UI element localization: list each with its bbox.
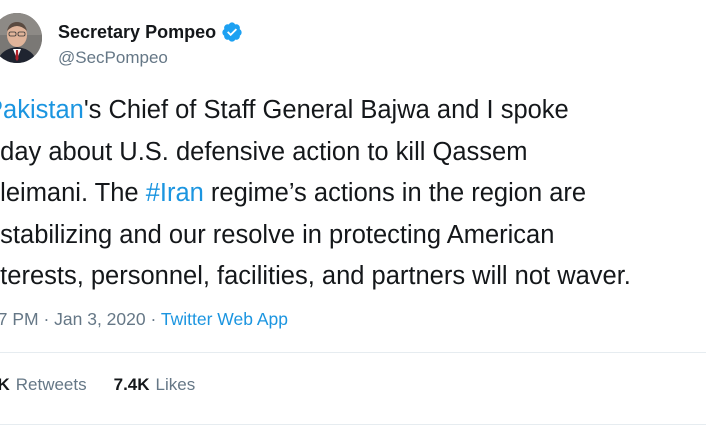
meta-separator: · <box>145 309 161 329</box>
tweet-text-line: estabilizing and our resolve in protecti… <box>0 215 706 257</box>
divider <box>0 352 706 353</box>
tweet-text-segment: nterests, personnel, facilities, and par… <box>0 262 631 290</box>
tweet-stats: 3K Retweets 7.4K Likes <box>0 375 195 395</box>
tweet-text-segment: regime’s actions in the region are <box>203 179 587 207</box>
tweet-text-line: oleimani. The #Iran regime’s actions in … <box>0 173 706 215</box>
divider <box>0 424 706 425</box>
tweet-text-line: nterests, personnel, facilities, and par… <box>0 256 706 298</box>
tweet-source-link[interactable]: Twitter Web App <box>161 309 288 329</box>
meta-separator: · <box>38 309 55 329</box>
tweet-text-segment: estabilizing and our resolve in protecti… <box>0 220 555 249</box>
author-handle[interactable]: @SecPompeo <box>58 48 168 68</box>
tweet-text: Pakistan's Chief of Staff General Bajwa … <box>0 90 706 298</box>
tweet-text-segment: oleimani. The <box>0 179 146 207</box>
retweets-count: 3K <box>0 375 10 394</box>
likes-stat[interactable]: 7.4K Likes <box>114 375 196 395</box>
mention-link[interactable]: Pakistan <box>0 96 84 124</box>
verified-badge-icon <box>221 21 243 43</box>
tweet-time[interactable]: 37 PM <box>0 309 39 329</box>
likes-label: Likes <box>155 375 196 394</box>
retweets-stat[interactable]: 3K Retweets <box>0 375 87 395</box>
tweet-text-segment: oday about U.S. defensive action to kill… <box>0 137 528 166</box>
hashtag-link[interactable]: #Iran <box>146 179 204 207</box>
tweet-text-line: Pakistan's Chief of Staff General Bajwa … <box>0 90 706 132</box>
avatar[interactable] <box>0 13 42 63</box>
retweets-label: Retweets <box>15 375 87 394</box>
author-name-row[interactable]: Secretary Pompeo <box>58 20 243 44</box>
tweet-text-line: oday about U.S. defensive action to kill… <box>0 132 706 174</box>
tweet-text-segment: 's Chief of Staff General Bajwa and I sp… <box>83 96 569 124</box>
tweet-date[interactable]: Jan 3, 2020 <box>54 309 145 329</box>
tweet-meta: 37 PM · Jan 3, 2020 · Twitter Web App <box>0 309 288 330</box>
author-display-name[interactable]: Secretary Pompeo <box>58 22 216 43</box>
likes-count: 7.4K <box>113 375 150 394</box>
tweet-card: Secretary Pompeo @SecPompeo Pakistan's C… <box>0 0 706 431</box>
